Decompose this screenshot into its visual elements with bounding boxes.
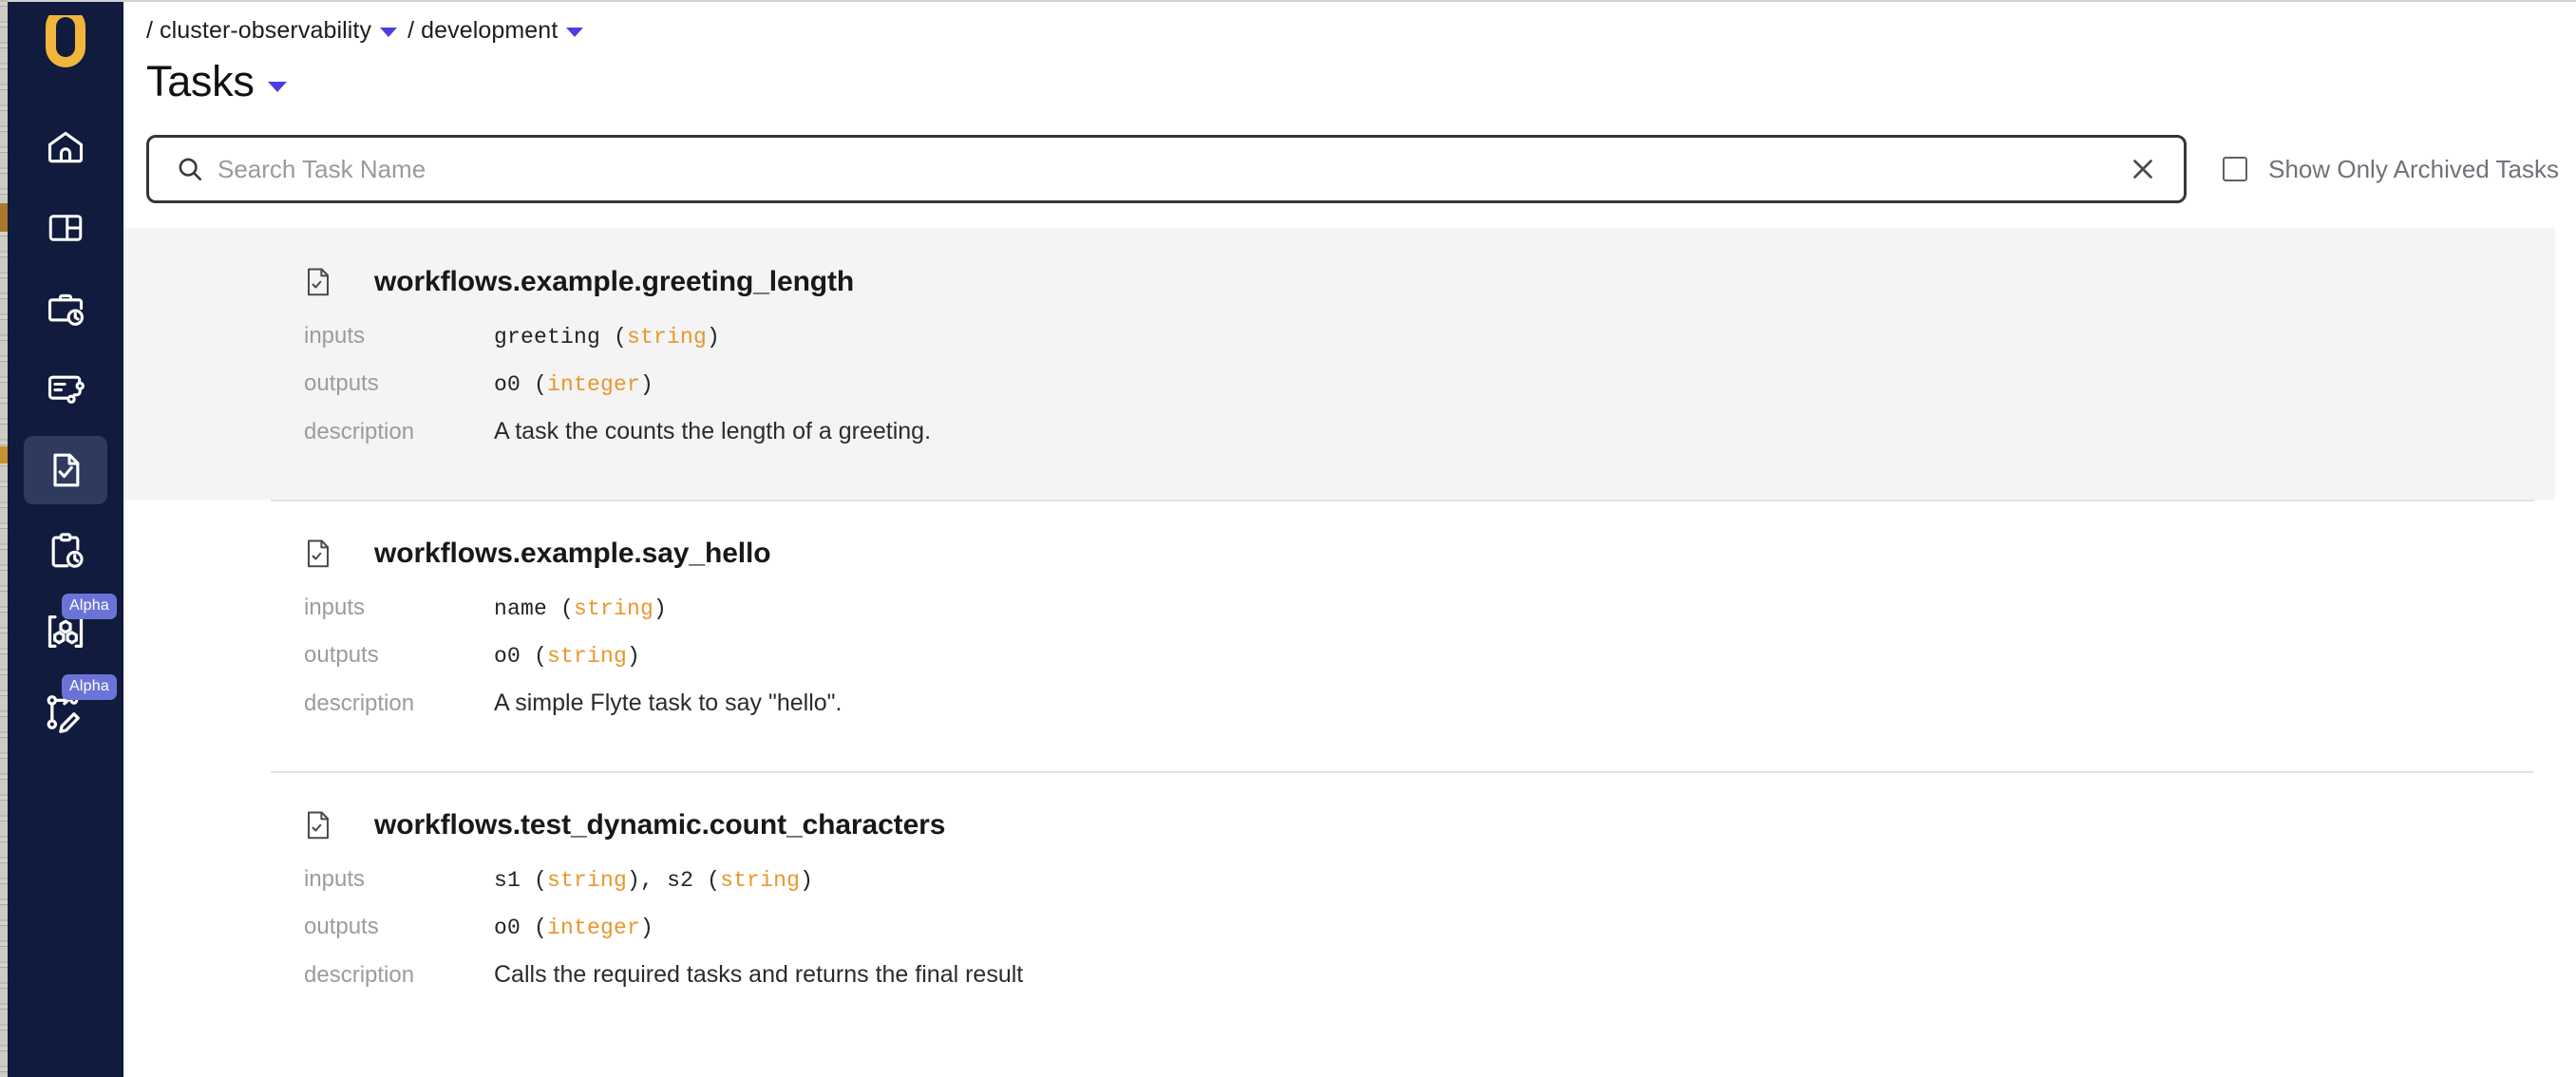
main-content: / cluster-observability / development Ta… (123, 2, 2576, 1077)
task-description-value: A simple Flyte task to say "hello". (494, 690, 843, 716)
badge-alpha-flows-editor: Alpha (62, 673, 117, 700)
task-name: workflows.example.say_hello (374, 538, 771, 569)
task-description-label: description (304, 962, 415, 988)
breadcrumb-domain-label: development (421, 17, 559, 44)
task-name: workflows.test_dynamic.count_characters (374, 809, 946, 841)
task-outputs-value: o0 (string) (494, 644, 641, 669)
search-icon (176, 155, 204, 183)
show-archived-label: Show Only Archived Tasks (2268, 154, 2559, 183)
show-archived-checkbox[interactable] (2223, 157, 2248, 181)
chevron-down-icon-page-title[interactable] (267, 81, 287, 92)
search-input[interactable] (218, 138, 2165, 200)
breadcrumb-domain[interactable]: / development (407, 17, 584, 45)
task-outputs-value: o0 (integer) (494, 916, 654, 940)
task-outputs-label: outputs (304, 370, 379, 396)
task-card-header: workflows.example.say_hello (123, 524, 2555, 583)
task-description-value: Calls the required tasks and returns the… (494, 961, 1024, 988)
clear-search-button[interactable] (2127, 153, 2159, 185)
sidebar-items: Alpha Alpha (8, 106, 123, 752)
breadcrumb-project[interactable]: / cluster-observability (146, 17, 398, 45)
task-inputs-row: inputs s1 (string), s2 (string) (304, 866, 2555, 914)
task-list: workflows.example.greeting_length inputs… (123, 228, 2576, 1043)
sidebar-item-flows-editor[interactable]: Alpha (8, 671, 123, 752)
task-inputs-row: inputs name (string) (304, 595, 2555, 642)
document-check-icon (304, 266, 332, 298)
task-inputs-row: inputs greeting (string) (304, 323, 2555, 370)
sidebar-item-launch-plans[interactable] (8, 510, 123, 591)
task-card-header: workflows.test_dynamic.count_characters (123, 796, 2555, 855)
sidebar-item-home[interactable] (8, 106, 123, 187)
task-inputs-label: inputs (304, 866, 366, 892)
task-outputs-label: outputs (304, 642, 379, 668)
sidebar-nav: Alpha Alpha (8, 2, 123, 1077)
breadcrumb-project-label: cluster-observability (160, 17, 372, 44)
task-description-row: description Calls the required tasks and… (304, 961, 2555, 1009)
task-outputs-row: outputs o0 (string) (304, 642, 2555, 690)
app-root: Alpha Alpha / cluster-observability / de… (0, 0, 2576, 1077)
briefcase-clock-icon (45, 288, 86, 330)
search-box[interactable] (146, 135, 2188, 203)
page-title: Tasks (146, 57, 255, 105)
breadcrumb: / cluster-observability / development (146, 17, 584, 45)
task-description-label: description (304, 419, 415, 444)
task-inputs-label: inputs (304, 323, 366, 349)
home-icon (45, 126, 86, 168)
task-name: workflows.example.greeting_length (374, 266, 855, 297)
sidebar-item-tasks[interactable] (8, 429, 123, 510)
task-description-label: description (304, 690, 415, 716)
document-check-icon (45, 449, 86, 491)
show-archived-toggle[interactable]: Show Only Archived Tasks (2223, 155, 2559, 184)
chevron-down-icon-domain[interactable] (566, 28, 584, 37)
breadcrumb-slash-2: / (407, 17, 415, 44)
task-outputs-label: outputs (304, 914, 379, 939)
task-inputs-label: inputs (304, 595, 366, 620)
task-meta: inputs name (string) outputs o0 (string)… (123, 595, 2555, 737)
task-card-header: workflows.example.greeting_length (123, 253, 2555, 312)
page-title-row[interactable]: Tasks (146, 57, 287, 106)
search-row: Show Only Archived Tasks (146, 135, 2559, 203)
dashboard-panels-icon (46, 208, 85, 248)
task-inputs-value: name (string) (494, 596, 668, 621)
task-outputs-row: outputs o0 (integer) (304, 370, 2555, 418)
document-check-icon (304, 538, 332, 570)
sidebar-item-executions[interactable] (8, 349, 123, 429)
document-check-icon (304, 809, 332, 841)
task-outputs-row: outputs o0 (integer) (304, 914, 2555, 961)
badge-alpha-artifacts: Alpha (62, 593, 117, 619)
chevron-down-icon-project[interactable] (380, 28, 398, 37)
task-card[interactable]: workflows.test_dynamic.count_characters … (123, 771, 2555, 1043)
task-card[interactable]: workflows.example.say_hello inputs name … (123, 500, 2555, 771)
task-description-row: description A simple Flyte task to say "… (304, 690, 2555, 737)
task-meta: inputs greeting (string) outputs o0 (int… (123, 323, 2555, 465)
window-top-border (8, 0, 2576, 2)
task-meta: inputs s1 (string), s2 (string) outputs … (123, 866, 2555, 1009)
breadcrumb-slash-1: / (146, 17, 154, 44)
background-window-sliver (0, 0, 8, 1077)
task-description-value: A task the counts the length of a greeti… (494, 418, 932, 444)
card-branch-icon (45, 368, 86, 410)
task-inputs-value: greeting (string) (494, 325, 721, 350)
clipboard-clock-icon (45, 530, 86, 572)
sidebar-item-workflows[interactable] (8, 268, 123, 349)
sidebar-item-artifacts[interactable]: Alpha (8, 591, 123, 671)
union-logo[interactable] (37, 15, 94, 72)
task-description-row: description A task the counts the length… (304, 418, 2555, 465)
task-card[interactable]: workflows.example.greeting_length inputs… (123, 228, 2555, 500)
task-inputs-value: s1 (string), s2 (string) (494, 868, 814, 893)
sidebar-item-dashboard[interactable] (8, 187, 123, 268)
task-outputs-value: o0 (integer) (494, 372, 654, 397)
